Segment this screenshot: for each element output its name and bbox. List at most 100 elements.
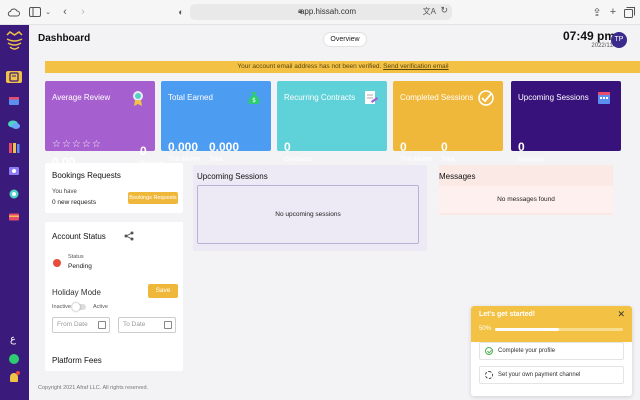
- inactive-label: Inactive: [52, 304, 71, 310]
- card-title: Bookings Requests: [52, 171, 121, 180]
- forward-icon[interactable]: ›: [76, 5, 90, 19]
- progress-fill: [495, 328, 559, 331]
- cloud-icon[interactable]: [6, 5, 20, 19]
- sidebar-item-settings[interactable]: [6, 165, 22, 177]
- reload-icon[interactable]: ↻: [440, 5, 448, 16]
- stat-total-label: Total: [209, 156, 223, 163]
- checklist-label: Set your own payment channel: [498, 372, 581, 378]
- from-date-input[interactable]: From Date: [52, 317, 110, 333]
- panel-title: Upcoming Sessions: [197, 172, 268, 181]
- stat-month-value: 0.000: [168, 140, 199, 154]
- share-icon[interactable]: [124, 231, 134, 241]
- back-icon[interactable]: ‹: [58, 5, 72, 19]
- to-date-placeholder: To Date: [123, 321, 146, 328]
- alert-text: Your account email address has not been …: [237, 63, 382, 70]
- check-circle-icon: [485, 347, 493, 355]
- new-tab-icon[interactable]: +: [606, 5, 620, 19]
- dashboard-icon: [9, 72, 19, 82]
- stat-recurring-contracts: Recurring Contracts 0 Contracts: [277, 81, 387, 163]
- calendar-icon[interactable]: [164, 321, 172, 329]
- progress-label: 50%: [479, 326, 492, 332]
- avatar[interactable]: TP: [611, 32, 627, 48]
- stat-total-value: 0.000: [209, 140, 240, 154]
- share-icon[interactable]: ⇪: [590, 5, 604, 19]
- tabs-icon[interactable]: [622, 5, 636, 19]
- language-icon[interactable]: ع: [10, 334, 16, 345]
- overview-button[interactable]: Overview: [323, 32, 367, 47]
- notification-badge: [16, 371, 20, 375]
- stat-total-label: Total: [441, 156, 455, 163]
- calendar-icon: [9, 97, 19, 105]
- svg-text:$: $: [252, 97, 256, 104]
- stat-month-value: 0: [400, 140, 407, 154]
- translate-icon[interactable]: 文A: [423, 6, 436, 17]
- platform-fees-card: Platform Fees: [45, 347, 183, 371]
- upcoming-sessions-empty: No upcoming sessions: [197, 185, 419, 244]
- bookings-requests-button[interactable]: Bookings Requests: [128, 192, 178, 204]
- status-label: Status: [68, 254, 84, 260]
- stat-value: 0: [518, 140, 525, 154]
- bookings-line1: You have: [52, 189, 77, 195]
- contract-icon: [365, 91, 378, 104]
- bookings-card: Bookings Requests You have 0 new request…: [45, 163, 183, 213]
- stat-total-earned: Total Earned $ 0.000 This Month 0.000 To…: [161, 81, 271, 163]
- active-label: Active: [93, 304, 108, 310]
- holiday-mode-toggle[interactable]: [72, 303, 86, 311]
- sidebar-item-support[interactable]: [6, 188, 22, 200]
- progress-bar: [495, 328, 623, 331]
- chat-icon: [8, 120, 20, 129]
- sidebar-item-chat[interactable]: [6, 119, 22, 131]
- address-bar[interactable]: 🔒︎ app.hissah.com 文A ↻: [190, 4, 452, 20]
- toggle-knob: [72, 303, 80, 311]
- save-button[interactable]: Save: [148, 284, 178, 298]
- calendar-icon: [598, 92, 610, 104]
- bookings-line2: 0 new requests: [52, 199, 97, 206]
- stat-title: Upcoming Sessions: [518, 93, 589, 102]
- calendar-icon[interactable]: [98, 321, 106, 329]
- verification-alert: Your account email address has not been …: [45, 61, 640, 73]
- send-verification-link[interactable]: Send verification email: [383, 63, 448, 70]
- panel-title: Messages: [439, 172, 476, 181]
- sidebar-item-books[interactable]: [6, 142, 22, 154]
- stat-average-review: Average Review ☆☆☆☆☆ 0.00 0 Reviews: [45, 81, 165, 169]
- check-circle-icon: [478, 90, 494, 106]
- reviews-count: 0: [140, 144, 147, 158]
- notification-icon[interactable]: [10, 371, 20, 382]
- money-bag-icon: $: [248, 92, 260, 104]
- award-icon: [133, 91, 143, 106]
- support-icon: [9, 189, 19, 199]
- upcoming-sessions-panel: Upcoming Sessions No upcoming sessions: [193, 165, 427, 251]
- clock-time: 07:49 pm: [563, 29, 616, 43]
- page-title: Dashboard: [38, 33, 91, 44]
- status-value: Pending: [68, 263, 92, 270]
- close-icon[interactable]: ✕: [617, 309, 625, 320]
- stat-total-value: 0: [441, 140, 448, 154]
- whatsapp-icon[interactable]: [9, 354, 19, 364]
- card-title: Account Status: [52, 232, 106, 241]
- sidebar-toggle-icon[interactable]: [28, 5, 42, 19]
- browser-toolbar: ⌄ ‹ › ◐ 🔒︎ app.hissah.com 文A ↻ ⇪ +: [0, 0, 640, 25]
- sidebar-item-payment[interactable]: [6, 211, 22, 223]
- sidebar-item-calendar[interactable]: [6, 95, 22, 107]
- rating-stars: ☆☆☆☆☆: [52, 139, 102, 150]
- stat-month-label: This Month: [400, 156, 433, 163]
- holiday-mode-label: Holiday Mode: [52, 288, 101, 297]
- messages-empty: No messages found: [439, 186, 613, 213]
- get-started-widget: Let's get started! ✕ 50% Complete your p…: [471, 306, 632, 396]
- brand-logo[interactable]: [5, 31, 24, 53]
- sidebar-item-dashboard[interactable]: [6, 71, 22, 83]
- shield-icon: ◐: [178, 7, 184, 17]
- address-url: app.hissah.com: [299, 7, 357, 16]
- stat-title: Completed Sessions: [400, 93, 474, 102]
- settings-icon: [9, 167, 19, 175]
- checklist-item-profile[interactable]: Complete your profile: [479, 342, 624, 360]
- stat-completed-sessions: Completed Sessions 0 This Month 0 Total: [393, 81, 503, 163]
- card-title: Platform Fees: [52, 356, 102, 365]
- payment-icon: [9, 213, 19, 221]
- to-date-input[interactable]: To Date: [118, 317, 176, 333]
- chevron-down-icon[interactable]: ⌄: [41, 5, 55, 19]
- stat-title: Average Review: [52, 93, 111, 102]
- checklist-item-payment[interactable]: Set your own payment channel: [479, 366, 624, 384]
- books-icon: [9, 143, 20, 153]
- get-started-title: Let's get started!: [479, 311, 536, 318]
